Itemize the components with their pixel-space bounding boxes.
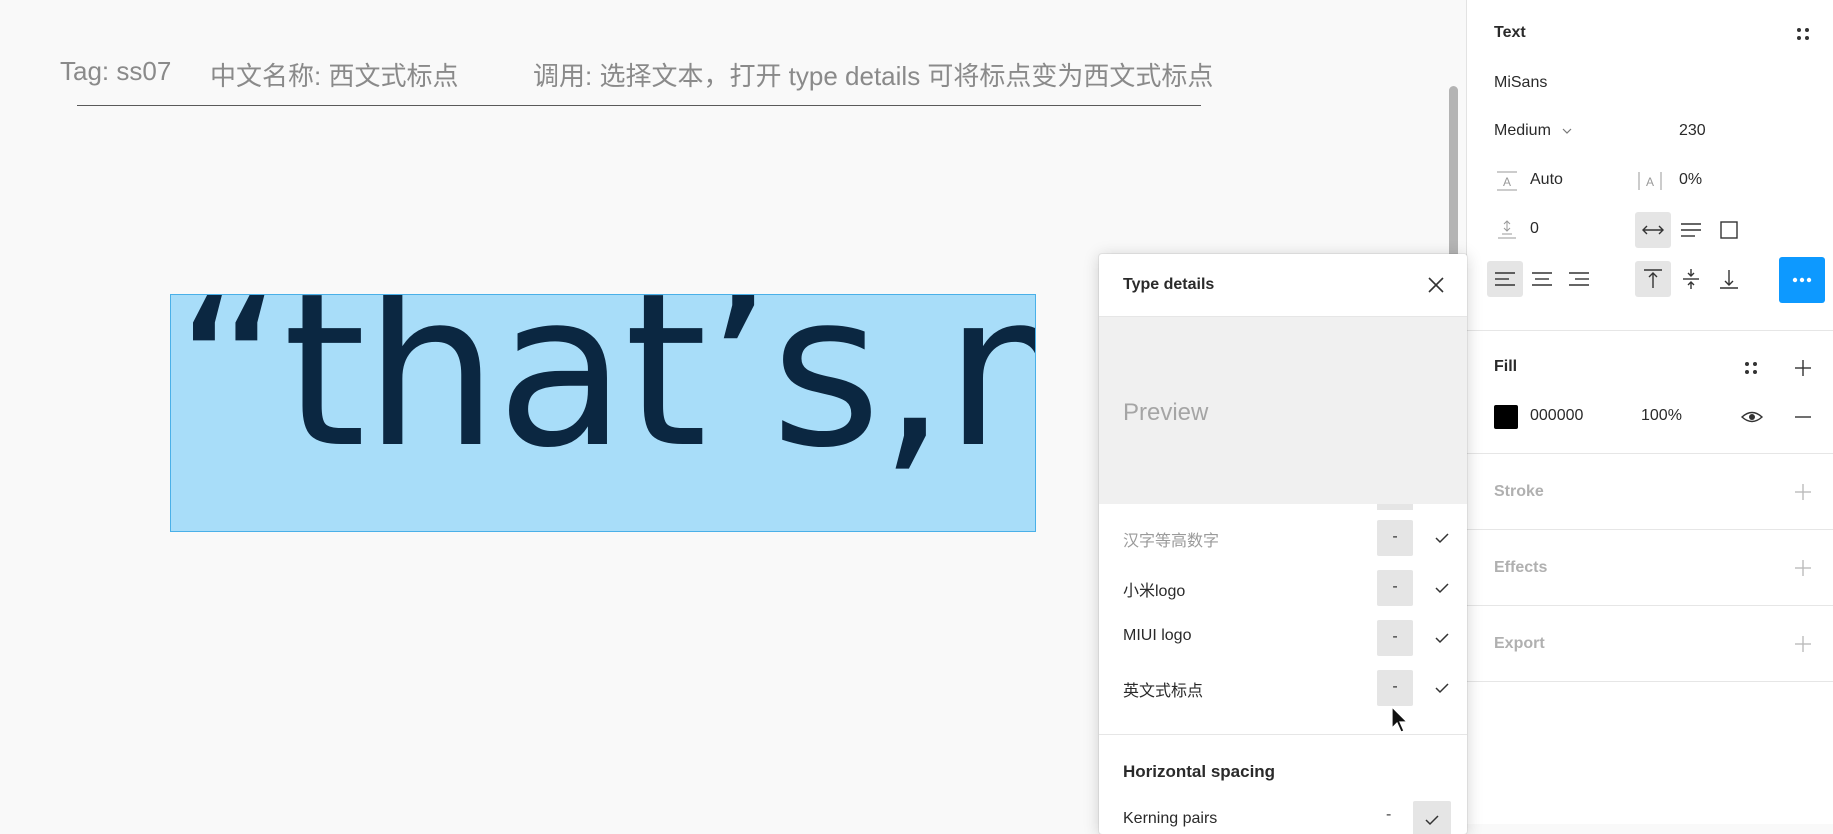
feature-on-button[interactable] [1424, 670, 1460, 706]
chinese-name-label: 中文名称: 西文式标点 [210, 61, 459, 91]
fixed-size-icon [1720, 221, 1738, 239]
fill-hex-input[interactable]: 000000 [1530, 407, 1583, 425]
feature-row: 汉字等高数字 - [1099, 512, 1467, 562]
section-divider [1467, 681, 1833, 682]
feature-off-button[interactable]: - [1377, 520, 1413, 556]
auto-width-icon [1642, 225, 1664, 235]
kerning-pairs-label: Kerning pairs [1123, 810, 1218, 827]
check-icon [1435, 633, 1449, 644]
align-bottom-icon [1720, 270, 1738, 289]
check-icon [1435, 583, 1449, 594]
selected-text-layer[interactable]: “that’s,me [170, 294, 1036, 532]
type-details-button[interactable] [1779, 257, 1825, 303]
popover-divider [1099, 734, 1467, 735]
svg-text:A: A [1646, 175, 1654, 189]
chevron-down-icon [1562, 128, 1572, 134]
feature-label: 英文式标点 [1123, 683, 1204, 700]
align-left-button[interactable] [1487, 261, 1523, 297]
horizontal-spacing-title: Horizontal spacing [1123, 762, 1276, 781]
align-middle-icon [1683, 269, 1699, 289]
preview-area: Preview [1099, 317, 1467, 504]
align-middle-button[interactable] [1673, 261, 1709, 297]
align-right-button[interactable] [1561, 261, 1597, 297]
svg-text:A: A [1503, 175, 1511, 189]
auto-height-button[interactable] [1673, 212, 1709, 248]
feature-row: 小米logo - [1099, 562, 1467, 612]
fixed-size-button[interactable] [1711, 212, 1747, 248]
fill-opacity-input[interactable]: 100% [1641, 407, 1682, 425]
align-bottom-button[interactable] [1711, 261, 1747, 297]
properties-panel: Text MiSans Medium 230 A Auto A 0% 0 Fil… [1466, 0, 1833, 824]
align-top-button[interactable] [1635, 261, 1671, 297]
paragraph-spacing-input[interactable]: 0 [1530, 220, 1539, 238]
preview-label: Preview [1123, 399, 1209, 426]
feature-label: 汉字等高数字 [1123, 533, 1220, 550]
feature-on-button[interactable] [1424, 570, 1460, 606]
align-left-icon [1495, 272, 1515, 286]
align-top-icon [1644, 269, 1662, 288]
section-divider [1467, 605, 1833, 606]
popover-title: Type details [1123, 276, 1215, 293]
letter-spacing-input[interactable]: 0% [1679, 171, 1702, 189]
remove-fill-icon[interactable] [1789, 403, 1817, 431]
mouse-cursor-icon [1391, 705, 1409, 734]
add-stroke-icon[interactable] [1789, 478, 1817, 506]
letter-spacing-icon: A [1637, 170, 1663, 192]
fill-styles-icon[interactable] [1739, 356, 1763, 380]
header-divider [77, 105, 1201, 106]
feature-off-button[interactable]: - [1377, 620, 1413, 656]
stroke-section-title[interactable]: Stroke [1494, 483, 1544, 501]
close-icon[interactable] [1425, 274, 1447, 296]
paragraph-spacing-icon [1494, 218, 1520, 240]
feature-label: MIUI logo [1123, 627, 1192, 644]
align-center-icon [1532, 272, 1552, 286]
text-styles-icon[interactable] [1791, 22, 1815, 46]
fill-color-swatch[interactable] [1494, 405, 1518, 429]
align-right-icon [1569, 272, 1589, 286]
sample-text: “that’s,me [175, 294, 1035, 494]
feature-on-button[interactable] [1424, 620, 1460, 656]
canvas-scrollbar[interactable] [1449, 86, 1458, 266]
more-options-icon [1792, 277, 1812, 283]
add-effect-icon[interactable] [1789, 554, 1817, 582]
feature-off-button[interactable]: - [1377, 670, 1413, 706]
eye-icon[interactable] [1739, 404, 1765, 430]
auto-width-button[interactable] [1635, 212, 1671, 248]
section-divider [1467, 529, 1833, 530]
section-divider [1467, 453, 1833, 454]
line-height-input[interactable]: Auto [1530, 171, 1563, 189]
check-icon [1425, 815, 1439, 826]
tag-label: Tag: ss07 [60, 56, 172, 86]
align-center-button[interactable] [1524, 261, 1560, 297]
feature-on-button[interactable] [1424, 520, 1460, 556]
font-family-select[interactable]: MiSans [1494, 74, 1547, 92]
line-height-icon: A [1494, 170, 1520, 192]
type-details-popover: Type details Preview 汉字等高数字 - 小米logo - M… [1099, 254, 1467, 834]
font-weight-value: Medium [1494, 122, 1551, 139]
export-section-title[interactable]: Export [1494, 635, 1545, 653]
feature-label: 小米logo [1123, 583, 1186, 600]
add-export-icon[interactable] [1789, 630, 1817, 658]
section-divider [1467, 330, 1833, 331]
check-icon [1435, 533, 1449, 544]
check-icon [1435, 683, 1449, 694]
feature-row: MIUI logo - [1099, 612, 1467, 662]
text-section-title: Text [1494, 24, 1526, 41]
clipped-row-edge [1377, 504, 1413, 510]
kerning-off-button[interactable]: - [1386, 806, 1391, 824]
font-weight-select[interactable]: Medium [1494, 122, 1573, 140]
auto-height-icon [1681, 223, 1701, 237]
effects-section-title[interactable]: Effects [1494, 559, 1547, 577]
fill-section-title: Fill [1494, 358, 1518, 375]
add-fill-icon[interactable] [1789, 354, 1817, 382]
kerning-on-button[interactable] [1413, 801, 1451, 834]
font-size-input[interactable]: 230 [1679, 122, 1706, 140]
feature-off-button[interactable]: - [1377, 570, 1413, 606]
usage-label: 调用: 选择文本，打开 type details 可将标点变为西文式标点 [533, 61, 1214, 91]
feature-row: 英文式标点 - [1099, 662, 1467, 712]
popover-header: Type details [1099, 254, 1467, 317]
